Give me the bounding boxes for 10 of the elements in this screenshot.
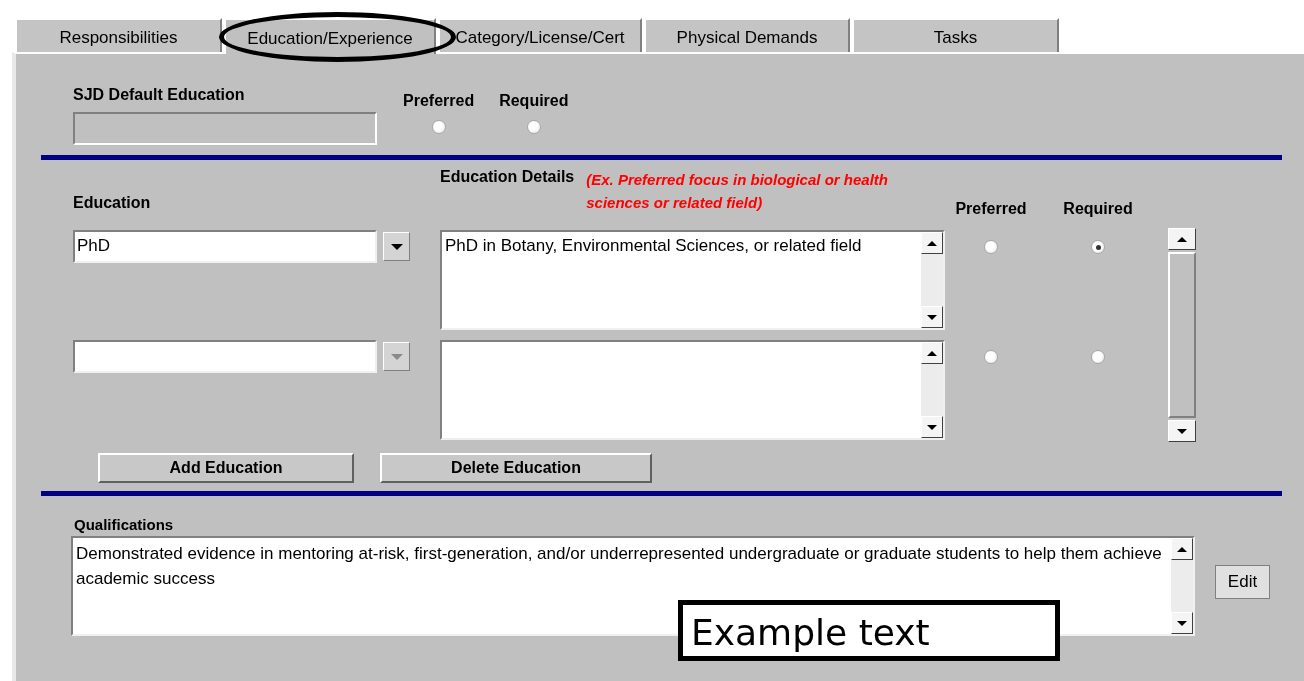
column-label: Required xyxy=(499,92,569,110)
field-label: Education xyxy=(73,194,151,211)
field-label: Education Details xyxy=(440,168,575,186)
column-label: Preferred xyxy=(403,92,475,110)
callout-tooltip: Example text xyxy=(678,600,1060,661)
field-label: Qualifications xyxy=(74,516,174,533)
column-label: Preferred xyxy=(955,200,1027,217)
hint-text: (Ex. Preferred focus in biological or health sciences or related field) xyxy=(586,170,889,213)
field-label: SJD Default Education xyxy=(73,86,246,104)
column-label: Required xyxy=(1063,200,1133,217)
